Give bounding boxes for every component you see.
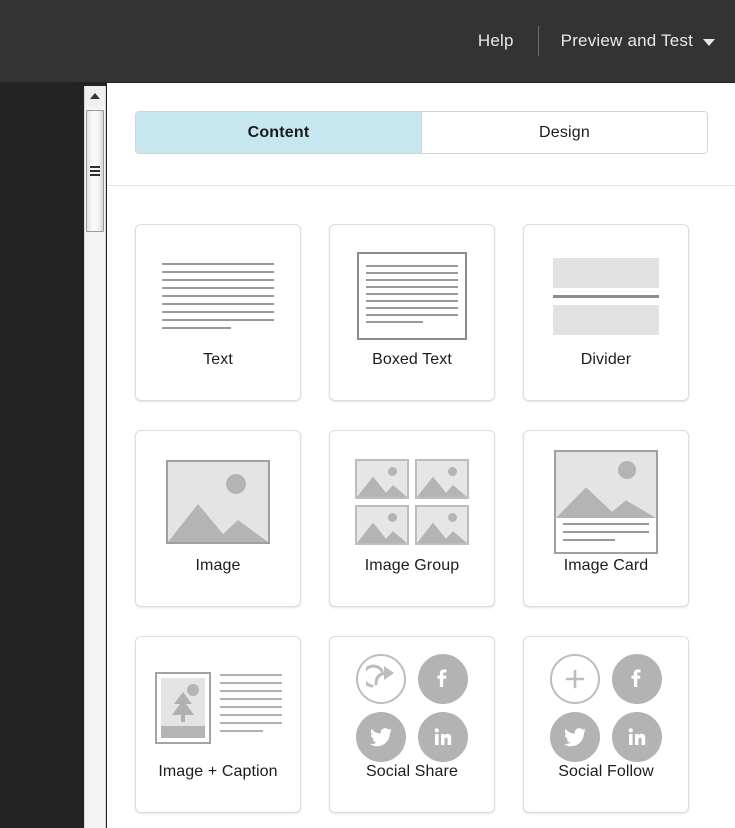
block-text[interactable]: Text [135, 224, 301, 401]
block-social-follow[interactable]: Social Follow [523, 636, 689, 813]
boxed-text-icon [347, 243, 477, 349]
help-link[interactable]: Help [476, 27, 516, 55]
scrollbar-thumb[interactable] [86, 110, 104, 232]
block-label: Image [195, 557, 241, 574]
scrollbar-grip-icon [90, 164, 100, 178]
block-label: Text [203, 351, 233, 368]
image-caption-icon [153, 655, 283, 761]
block-boxed-text[interactable]: Boxed Text [329, 224, 495, 401]
block-label: Image Card [563, 557, 649, 574]
chevron-down-icon [703, 39, 715, 46]
linkedin-icon [418, 712, 468, 762]
block-label: Image Group [364, 557, 460, 574]
tab-design[interactable]: Design [421, 112, 707, 153]
block-label: Social Share [366, 763, 458, 780]
image-icon [153, 449, 283, 555]
image-card-icon [541, 449, 671, 555]
block-social-share[interactable]: Social Share [329, 636, 495, 813]
social-share-icon [347, 654, 477, 762]
left-dark-gutter [0, 82, 78, 828]
tabs-container: Content Design [107, 83, 735, 154]
header-separator [537, 26, 539, 56]
share-arrow-icon [356, 654, 406, 704]
preview-and-test-label: Preview and Test [560, 31, 693, 50]
divider-icon [541, 243, 671, 349]
social-follow-icon [541, 654, 671, 762]
email-builder-app: Help Preview and Test Content Design Tex… [0, 0, 735, 828]
facebook-icon [418, 654, 468, 704]
preview-and-test-menu[interactable]: Preview and Test [561, 31, 715, 51]
image-group-icon [347, 449, 477, 555]
block-label: Boxed Text [372, 351, 452, 368]
tab-bar: Content Design [135, 111, 708, 154]
tab-content[interactable]: Content [136, 112, 421, 153]
content-blocks-grid: Text Boxed Text Divider Image Image Grou… [135, 224, 708, 813]
twitter-icon [550, 712, 600, 762]
block-image-card[interactable]: Image Card [523, 430, 689, 607]
content-panel: Content Design Text Boxed Text Divider I… [107, 83, 735, 828]
scroll-up-arrow-icon[interactable] [85, 86, 105, 106]
top-header-bar: Help Preview and Test [0, 0, 735, 82]
block-label: Image + Caption [158, 763, 278, 780]
text-lines-icon [153, 243, 283, 349]
linkedin-icon [612, 712, 662, 762]
block-image[interactable]: Image [135, 430, 301, 607]
block-label: Social Follow [558, 763, 654, 780]
block-image-caption[interactable]: Image + Caption [135, 636, 301, 813]
vertical-scrollbar[interactable] [84, 86, 106, 828]
header-actions: Help Preview and Test [476, 26, 735, 56]
block-image-group[interactable]: Image Group [329, 430, 495, 607]
facebook-icon [612, 654, 662, 704]
block-divider[interactable]: Divider [523, 224, 689, 401]
twitter-icon [356, 712, 406, 762]
block-label: Divider [580, 351, 632, 368]
plus-circle-icon [550, 654, 600, 704]
panel-divider [107, 185, 735, 186]
